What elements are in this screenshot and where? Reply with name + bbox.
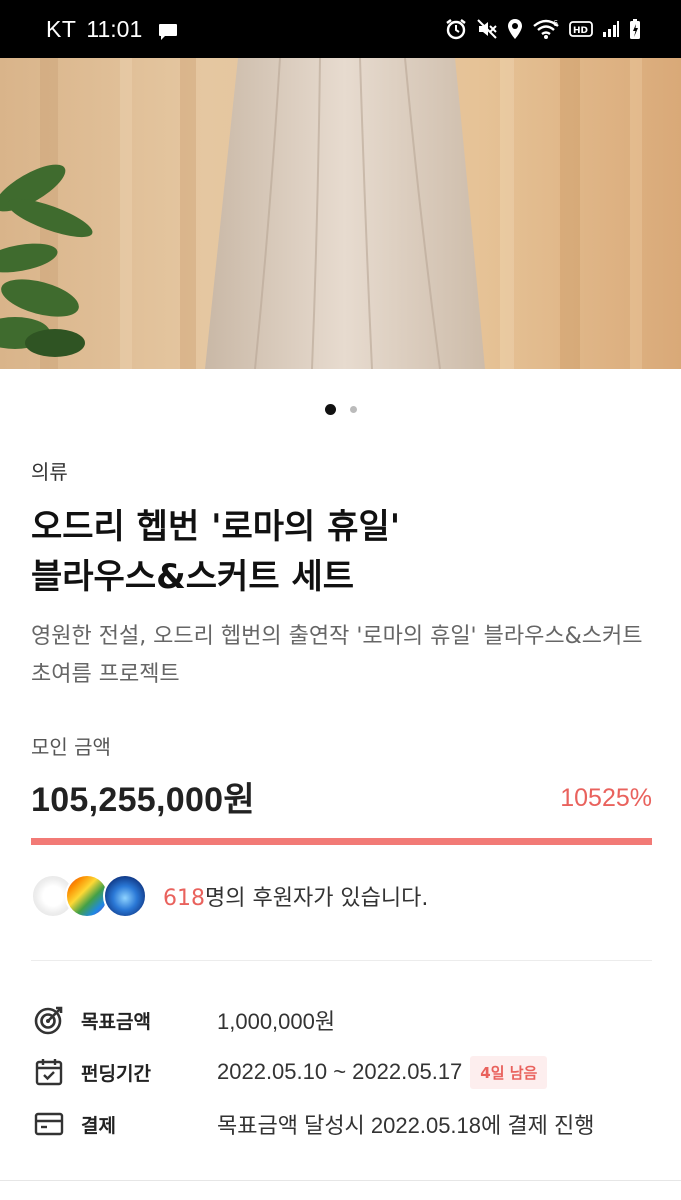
- project-title-line1: 오드리 헵번 '로마의 휴일': [31, 507, 401, 547]
- wifi-icon: 6: [532, 18, 560, 40]
- signal-icon: [602, 20, 620, 38]
- carousel-pager: [0, 402, 681, 416]
- section-divider: [31, 960, 652, 961]
- message-icon: [158, 20, 178, 40]
- mute-icon: [476, 18, 498, 40]
- funding-progress-fill: [31, 838, 652, 845]
- remaining-days-badge: 4일 남음: [470, 1055, 548, 1089]
- clock: 11:01: [86, 15, 143, 42]
- goal-value: 1,000,000원: [217, 1009, 336, 1034]
- calendar-icon: [31, 1054, 67, 1090]
- category-label: 의류: [31, 460, 68, 484]
- funding-progress-bar: [31, 838, 652, 845]
- goal-label: 목표금액: [81, 1010, 151, 1033]
- product-image-carousel[interactable]: [0, 58, 681, 369]
- payment-value: 목표금액 달성시 2022.05.18에 결제 진행: [217, 1113, 595, 1138]
- pager-dot[interactable]: [349, 405, 357, 413]
- project-title-line2: 블라우스&스커트 세트: [31, 557, 355, 597]
- carrier-label: KT: [46, 15, 77, 42]
- project-subtitle: 영원한 전설, 오드리 헵번의 출연작 '로마의 휴일' 블라우스&스커트 초여…: [31, 624, 643, 687]
- period-label: 펀딩기간: [81, 1062, 151, 1085]
- backers-count: 618: [163, 886, 205, 911]
- raised-amount: 105,255,000원: [31, 781, 255, 819]
- period-value: 2022.05.10 ~ 2022.05.17: [217, 1059, 463, 1084]
- payment-row: 결제 목표금액 달성시 2022.05.18에 결제 진행: [31, 1104, 661, 1144]
- project-title: 오드리 헵번 '로마의 휴일' 블라우스&스커트 세트: [31, 502, 651, 602]
- backer-avatars: [31, 872, 157, 920]
- status-bar: KT 11:01 6 HD: [0, 0, 681, 58]
- payment-label: 결제: [81, 1114, 116, 1137]
- avatar: [103, 874, 147, 918]
- backers-suffix: 명의 후원자가 있습니다.: [205, 886, 429, 911]
- location-icon: [507, 18, 523, 40]
- svg-text:6: 6: [553, 19, 558, 28]
- achievement-percent: 10525%: [560, 784, 652, 812]
- goal-row: 목표금액 1,000,000원: [31, 1000, 661, 1040]
- period-row: 펀딩기간 2022.05.10 ~ 2022.05.17 4일 남음: [31, 1052, 661, 1092]
- backers-summary[interactable]: 618명의 후원자가 있습니다.: [31, 872, 428, 920]
- alarm-icon: [445, 18, 467, 40]
- battery-icon: [629, 18, 641, 40]
- backers-text: 618명의 후원자가 있습니다.: [163, 880, 428, 912]
- product-photo: [0, 58, 681, 369]
- raised-label: 모인 금액: [31, 735, 111, 759]
- hd-icon: HD: [569, 20, 593, 38]
- card-icon: [31, 1106, 67, 1142]
- bottom-divider: [0, 1180, 681, 1181]
- pager-dot-active[interactable]: [324, 403, 336, 415]
- target-icon: [31, 1002, 67, 1038]
- svg-text:HD: HD: [573, 26, 588, 36]
